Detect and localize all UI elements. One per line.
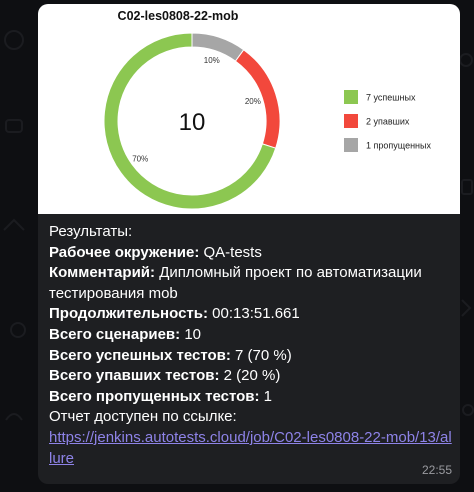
results-heading: Результаты: xyxy=(49,223,133,240)
report-link[interactable]: https://jenkins.autotests.cloud/job/C02-… xyxy=(49,429,452,467)
legend-label-skipped: 1 пропущенных xyxy=(366,141,431,151)
message-text: Результаты: Рабочее окружение: QA-tests … xyxy=(49,222,453,469)
allure-report-chart[interactable]: C02-les0808-22-mob 10% 20% 70% 10 7 успешн… xyxy=(38,4,460,214)
pct-label-passed: 70% xyxy=(132,155,148,164)
duration-line: Продолжительность: 00:13:51.661 xyxy=(49,305,300,323)
report-link-line: https://jenkins.autotests.cloud/job/C02-… xyxy=(49,428,453,469)
skipped-line: Всего пропущенных тестов: 1 xyxy=(49,387,272,405)
legend-swatch-passed xyxy=(344,90,358,104)
env-line: Рабочее окружение: QA-tests xyxy=(49,243,262,261)
chart-center-total: 10 xyxy=(179,109,206,136)
report-line: Отчет доступен по ссылке: xyxy=(49,408,237,426)
passed-line: Всего успешных тестов: 7 (70 %) xyxy=(49,346,292,364)
legend-label-failed: 2 упавших xyxy=(366,117,410,127)
scenarios-line: Всего сценариев: 10 xyxy=(49,325,202,343)
failed-line: Всего упавших тестов: 2 (20 %) xyxy=(49,367,281,385)
donut-chart: C02-les0808-22-mob 10% 20% 70% 10 7 успешн… xyxy=(103,9,431,210)
chat-message: C02-les0808-22-mob 10% 20% 70% 10 7 успешн… xyxy=(38,4,460,484)
message-time: 22:55 xyxy=(421,463,452,477)
legend-swatch-failed xyxy=(344,114,358,128)
chart-title: C02-les0808-22-mob xyxy=(118,9,239,23)
pct-label-skipped: 10% xyxy=(204,56,220,65)
comment-line: Комментарий: Дипломный проект по автомат… xyxy=(49,264,422,302)
legend-label-passed: 7 успешных xyxy=(366,93,416,103)
pct-label-failed: 20% xyxy=(245,97,261,106)
legend-swatch-skipped xyxy=(344,138,358,152)
